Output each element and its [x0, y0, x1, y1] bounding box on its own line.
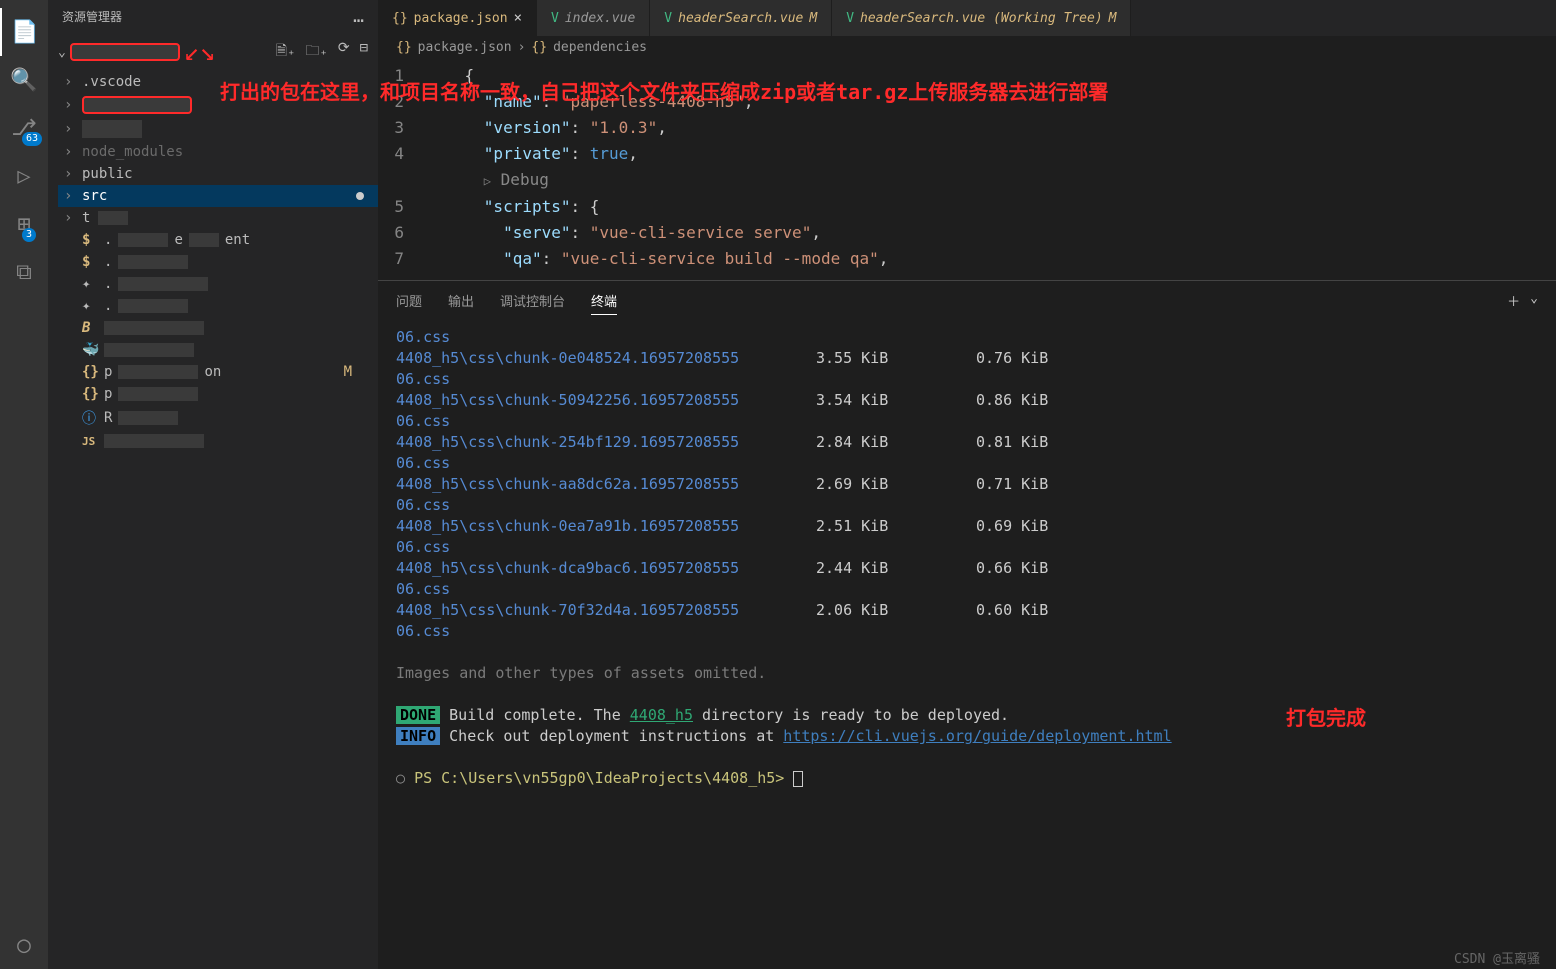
- refresh-icon[interactable]: ⟳: [338, 40, 350, 64]
- source-control-icon[interactable]: ⎇63: [0, 104, 48, 152]
- file-row[interactable]: B: [58, 317, 378, 339]
- tab-output[interactable]: 输出: [448, 291, 474, 315]
- braces-icon: {}: [396, 40, 412, 55]
- braces-icon: {}: [392, 11, 408, 26]
- code-editor[interactable]: 1 {2 "name": "paperless-4408-h5",3 "vers…: [378, 59, 1556, 280]
- project-name-obscured: [70, 43, 180, 61]
- file-row[interactable]: $.: [58, 251, 378, 273]
- folder-obscured-2[interactable]: ›: [58, 117, 378, 141]
- folder-node-modules[interactable]: ›node_modules: [58, 141, 378, 163]
- chevron-down-icon: ⌄: [58, 45, 66, 60]
- explorer-title: 资源管理器: [62, 8, 122, 25]
- chevron-down-icon[interactable]: ⌄: [1530, 291, 1538, 315]
- scm-badge: 63: [22, 132, 42, 146]
- folder-vscode[interactable]: ›.vscode: [58, 71, 378, 93]
- annotation-arrow-icon: ↙↘: [184, 37, 215, 67]
- editor-area: {}package.json× Vindex.vue VheaderSearch…: [378, 0, 1556, 969]
- ext-badge: 3: [22, 228, 36, 242]
- explorer-header: 资源管理器 …: [48, 0, 378, 33]
- tab-headersearch-wt[interactable]: VheaderSearch.vue (Working Tree) M: [832, 0, 1131, 36]
- new-terminal-icon[interactable]: ＋: [1507, 291, 1520, 315]
- bottom-panel: 问题 输出 调试控制台 终端 ＋ ⌄ 06.css4408_h5\css\chu…: [378, 280, 1556, 969]
- vue-icon: V: [846, 11, 854, 26]
- folder-src[interactable]: ›src: [58, 185, 378, 207]
- account-icon[interactable]: ◯: [0, 921, 48, 969]
- editor-tabs: {}package.json× Vindex.vue VheaderSearch…: [378, 0, 1556, 36]
- file-package-json[interactable]: {}ponM: [58, 361, 378, 383]
- tab-debug-console[interactable]: 调试控制台: [500, 291, 565, 315]
- file-row[interactable]: ✦.: [58, 273, 378, 295]
- folder-public[interactable]: ›public: [58, 163, 378, 185]
- vue-icon: V: [551, 11, 559, 26]
- close-icon[interactable]: ×: [514, 10, 522, 26]
- tab-problems[interactable]: 问题: [396, 291, 422, 315]
- explorer-sidebar: 资源管理器 … ⌄ ↙↘ 🗎₊ 🗀₊ ⟳ ⊟ ›.vscode › › ›nod…: [48, 0, 378, 969]
- file-row[interactable]: 🐳: [58, 339, 378, 361]
- collapse-icon[interactable]: ⊟: [360, 40, 368, 64]
- file-tree: ›.vscode › › ›node_modules ›public ›src …: [48, 71, 378, 969]
- remote-icon[interactable]: ⧉: [0, 248, 48, 296]
- terminal[interactable]: 06.css4408_h5\css\chunk-0e048524.1695720…: [378, 321, 1556, 799]
- watermark: CSDN @玉离骚: [1454, 948, 1540, 967]
- file-row[interactable]: ✦.: [58, 295, 378, 317]
- project-row[interactable]: ⌄ ↙↘ 🗎₊ 🗀₊ ⟳ ⊟: [48, 33, 378, 71]
- activity-bar: 📄 🔍 ⎇63 ▷ ⊞3 ⧉ ◯: [0, 0, 48, 969]
- tab-index-vue[interactable]: Vindex.vue: [537, 0, 650, 36]
- run-icon[interactable]: ▷: [0, 152, 48, 200]
- file-row[interactable]: {}p: [58, 383, 378, 405]
- folder-t-obscured[interactable]: ›t: [58, 207, 378, 229]
- braces-icon: {}: [531, 40, 547, 55]
- more-icon[interactable]: …: [353, 6, 364, 27]
- explorer-icon[interactable]: 📄: [0, 8, 48, 56]
- vue-icon: V: [664, 11, 672, 26]
- tab-headersearch[interactable]: VheaderSearch.vue M: [650, 0, 832, 36]
- search-icon[interactable]: 🔍: [0, 56, 48, 104]
- file-js[interactable]: JS: [58, 431, 378, 451]
- file-readme[interactable]: ⓘR: [58, 405, 378, 431]
- tab-package-json[interactable]: {}package.json×: [378, 0, 537, 36]
- breadcrumbs[interactable]: {}package.json›{}dependencies: [378, 36, 1556, 59]
- file-row[interactable]: $.eent: [58, 229, 378, 251]
- extensions-icon[interactable]: ⊞3: [0, 200, 48, 248]
- new-file-icon[interactable]: 🗎₊: [276, 40, 296, 64]
- tab-terminal[interactable]: 终端: [591, 291, 617, 315]
- folder-obscured[interactable]: ›: [58, 93, 378, 117]
- panel-tabs: 问题 输出 调试控制台 终端 ＋ ⌄: [378, 281, 1556, 321]
- new-folder-icon[interactable]: 🗀₊: [305, 40, 327, 64]
